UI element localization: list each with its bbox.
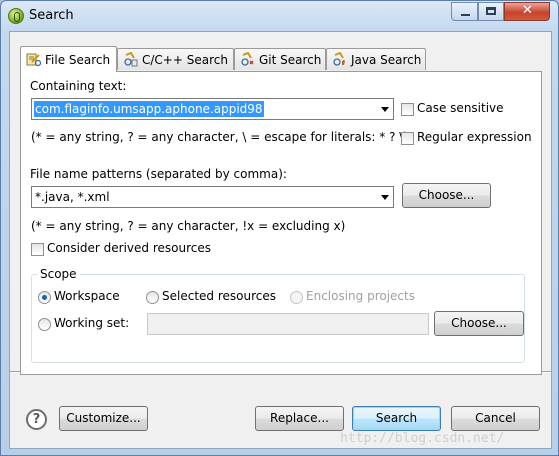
regular-expression-label[interactable]: Regular expression [417, 130, 532, 144]
containing-text-combo[interactable]: com.flaginfo.umsapp.aphone.appid98 [31, 98, 394, 120]
consider-derived-label[interactable]: Consider derived resources [47, 241, 211, 255]
containing-text-label: Containing text: [30, 79, 127, 93]
window-title: Search [29, 8, 74, 23]
tab-label: Git Search [259, 53, 322, 67]
file-name-patterns-combo[interactable]: *.java, *.xml [31, 186, 394, 208]
file-name-patterns-hint: (* = any string, ? = any character, !x =… [31, 219, 346, 233]
containing-text-value[interactable]: com.flaginfo.umsapp.aphone.appid98 [34, 101, 264, 117]
replace-button[interactable]: Replace... [255, 406, 344, 431]
eclipse-icon [8, 8, 24, 24]
chevron-down-icon[interactable] [381, 195, 389, 200]
tab-label: File Search [45, 53, 111, 67]
workspace-radio[interactable] [38, 291, 51, 304]
tab-git-search[interactable]: Git Search [234, 48, 326, 70]
close-button[interactable]: ✕ [504, 2, 550, 21]
help-icon[interactable]: ? [26, 409, 47, 430]
working-set-choose-button[interactable]: Choose... [434, 311, 524, 336]
consider-derived-checkbox[interactable] [31, 243, 44, 256]
cancel-button[interactable]: Cancel [451, 406, 540, 431]
patterns-choose-button[interactable]: Choose... [402, 183, 491, 208]
tab-file-search[interactable]: File Search [20, 46, 117, 72]
selected-resources-label[interactable]: Selected resources [162, 289, 276, 303]
tab-cpp-search[interactable]: C/C++ Search [117, 48, 234, 70]
cpp-search-icon [124, 52, 138, 67]
file-name-patterns-label: File name patterns (separated by comma): [30, 167, 287, 181]
workspace-label[interactable]: Workspace [54, 289, 120, 303]
tab-label: Java Search [351, 53, 422, 67]
containing-text-hint: (* = any string, ? = any character, \ = … [31, 130, 408, 144]
regular-expression-checkbox[interactable] [401, 132, 414, 145]
working-set-radio[interactable] [38, 318, 51, 331]
selected-resources-radio[interactable] [146, 291, 159, 304]
watermark-text: http://blog.csdn.net/ [340, 431, 505, 446]
search-dialog-window: Search ✕ File Search C/C++ Search Git Se… [0, 0, 559, 456]
tab-java-search[interactable]: Java Search [326, 48, 426, 70]
title-bar[interactable]: Search ✕ [1, 1, 558, 31]
case-sensitive-label[interactable]: Case sensitive [417, 101, 504, 115]
maximize-icon [486, 7, 496, 15]
working-set-field [147, 313, 429, 335]
minimize-button[interactable] [451, 2, 478, 21]
customize-button[interactable]: Customize... [59, 406, 148, 431]
minimize-icon [461, 14, 470, 16]
dialog-client-area: File Search C/C++ Search Git Search Java… [9, 31, 552, 449]
case-sensitive-checkbox[interactable] [401, 103, 414, 116]
file-search-icon [26, 53, 41, 67]
java-search-icon [333, 52, 345, 66]
search-button[interactable]: Search [352, 406, 441, 431]
close-icon: ✕ [522, 3, 533, 18]
file-search-panel: Containing text: com.flaginfo.umsapp.aph… [20, 71, 542, 375]
git-search-icon [241, 52, 254, 66]
tab-label: C/C++ Search [142, 53, 228, 67]
file-name-patterns-value[interactable]: *.java, *.xml [34, 189, 111, 205]
maximize-button[interactable] [478, 2, 504, 21]
scope-title: Scope [37, 267, 80, 281]
chevron-down-icon[interactable] [381, 107, 389, 112]
working-set-label[interactable]: Working set: [54, 316, 129, 330]
enclosing-projects-label: Enclosing projects [306, 289, 415, 303]
enclosing-projects-radio [290, 291, 303, 304]
